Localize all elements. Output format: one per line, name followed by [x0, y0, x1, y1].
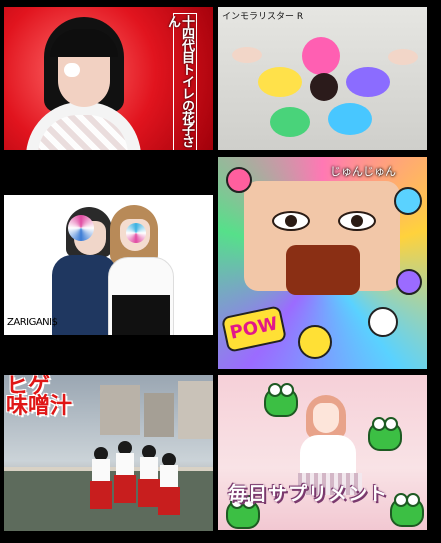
artist-tile-immoralist[interactable]: インモラリスター R [218, 7, 427, 150]
artist-title: 十四代目トイレの花子さん [165, 15, 194, 147]
band-logo: ヒゲ 味噌汁 [6, 375, 73, 419]
artist-tile-mainichi-supplement[interactable]: 毎日サプリメント [218, 375, 427, 530]
artist-tile-zarigani[interactable]: ZARIGANI$ [4, 195, 213, 335]
artist-tile-hige-misoshiru[interactable]: ヒゲ 味噌汁 [4, 375, 213, 531]
frog-icon [368, 417, 402, 451]
lollipop-icon [68, 215, 94, 241]
artist-photo [218, 7, 427, 150]
artist-tile-junjun[interactable]: じゅんじゅん POW [218, 157, 427, 369]
artist-photo [218, 375, 427, 530]
frog-icon [264, 383, 298, 417]
eyepatch-icon [64, 63, 80, 77]
artist-photo [4, 195, 213, 335]
artist-label: ZARIGANI$ [7, 317, 58, 328]
artist-tile-hanako[interactable]: 十四代目トイレの花子さん [4, 7, 213, 150]
artist-title: 毎日サプリメント [228, 483, 389, 505]
artist-name: じゅんじゅん [330, 165, 396, 178]
frog-icon [390, 493, 424, 527]
lollipop-icon [126, 223, 146, 243]
artist-title: インモラリスター R [222, 12, 304, 22]
